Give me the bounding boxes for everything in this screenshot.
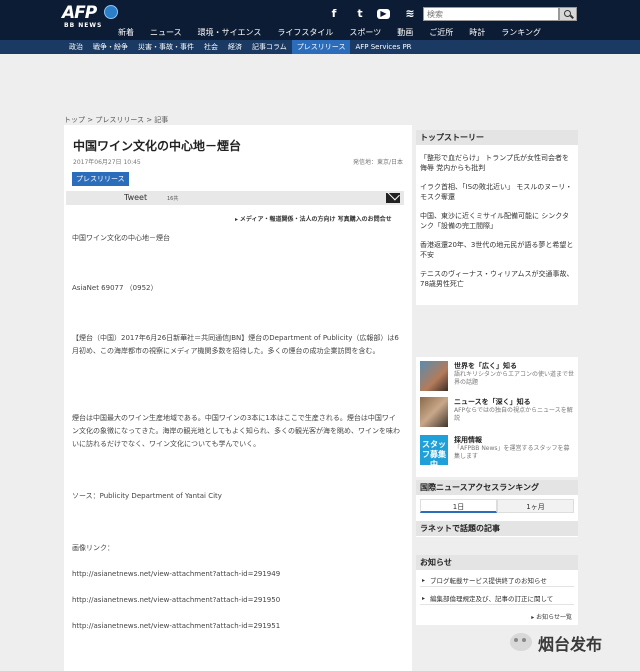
attachment-link[interactable]: http://asianetnews.net/view-attachment?a… <box>72 594 402 607</box>
promo-desc: 「AFPBB News」を運営するスタッフを募集します <box>454 445 570 460</box>
top-story-link[interactable]: テニスのヴィーナス・ウィリアムスが交通事故、78歳男性死亡 <box>420 269 574 289</box>
promo-desc: 語れキリシタンからエアコンの使い道まで世界の話題 <box>454 371 575 386</box>
nav-item[interactable]: ニュース <box>150 26 182 39</box>
social-ranking-box: ラネットで話題の記事 <box>416 521 578 537</box>
promo-item[interactable]: ニュースを「深く」知る AFPならではの独自の視点からニュースを解説 <box>420 397 574 431</box>
article-title: 中国ワイン文化の中心地－煙台 <box>73 139 242 153</box>
top-header-bar: AFP BB NEWS f t ▶ ≋ 新着 ニュース 環境・サイエンス ライフ… <box>0 0 640 40</box>
search-button[interactable] <box>559 7 577 21</box>
youtube-icon[interactable]: ▶ <box>377 9 390 19</box>
tab-1day[interactable]: 1日 <box>420 499 497 513</box>
media-inquiry-text: メディア・報道関係・法人の方向け 写真購入のお問合せ <box>239 216 392 223</box>
attachment-link[interactable]: http://asianetnews.net/view-attachment?a… <box>72 568 402 581</box>
notice-link[interactable]: ブログ転載サービス提供終了のお知らせ <box>420 576 574 587</box>
ranking-heading: 国際ニュースアクセスランキング <box>416 480 578 495</box>
nav-item[interactable]: スポーツ <box>349 26 381 39</box>
notice-heading: お知らせ <box>416 555 578 570</box>
promo-title: 採用情報 <box>454 436 482 444</box>
wechat-icon <box>510 633 532 651</box>
recruit-thumbnail: スタッフ募集中 <box>420 435 448 469</box>
article-date: 2017年06月27日 10:45 <box>73 159 141 166</box>
notice-box: お知らせ ブログ転載サービス提供終了のお知らせ 編集部倫理規定及び、記事の訂正に… <box>416 555 578 625</box>
share-count: 16共 <box>167 196 179 202</box>
site-logo[interactable]: AFP BB NEWS <box>62 3 120 31</box>
logo-text: AFP <box>62 3 97 23</box>
facebook-icon[interactable]: f <box>327 7 341 21</box>
sub-nav: 政治 戦争・紛争 災害・事故・事件 社会 経済 記事コラム プレスリリース AF… <box>0 40 640 54</box>
nav-item[interactable]: ライフスタイル <box>277 26 333 39</box>
promo-item[interactable]: スタッフ募集中 採用情報 「AFPBB News」を運営するスタッフを募集します <box>420 435 574 469</box>
top-story-link[interactable]: 「整形で血だらけ」 トランプ氏が女性司会者を侮辱 党内からも批判 <box>420 153 574 173</box>
twitter-icon[interactable]: t <box>353 7 367 21</box>
attachment-link[interactable]: http://asianetnews.net/view-attachment?a… <box>72 620 402 633</box>
top-stories-box: トップストーリー 「整形で血だらけ」 トランプ氏が女性司会者を侮辱 党内からも批… <box>416 130 578 305</box>
article-location: 発信地：東京/日本 <box>352 159 403 166</box>
nav-item[interactable]: 動画 <box>397 26 413 39</box>
paragraph: ソース：Publicity Department of Yantai City <box>72 492 222 500</box>
rss-icon[interactable]: ≋ <box>403 7 417 21</box>
subnav-item[interactable]: 経済 <box>223 40 247 54</box>
paragraph: 中国ワイン文化の中心地－煙台 <box>72 234 170 242</box>
paragraph: 画像リンク： <box>72 544 114 552</box>
globe-icon <box>104 5 118 19</box>
notice-link[interactable]: 編集部倫理規定及び、記事の訂正に関して <box>420 594 574 605</box>
ranking-tabs: 1日 1ヶ月 <box>420 499 574 513</box>
nav-item[interactable]: ランキング <box>501 26 541 39</box>
tab-1month[interactable]: 1ヶ月 <box>497 499 574 513</box>
subnav-item[interactable]: 記事コラム <box>247 40 292 54</box>
subnav-item[interactable]: AFP Services PR <box>350 40 416 54</box>
promo-desc: AFPならではの独自の視点からニュースを解説 <box>454 407 573 422</box>
subnav-item[interactable]: 災害・事故・事件 <box>133 40 199 54</box>
tweet-button[interactable]: Tweet <box>124 193 147 202</box>
subnav-item-active[interactable]: プレスリリース <box>291 40 351 54</box>
nav-item[interactable]: ご近所 <box>429 26 453 39</box>
nav-item[interactable]: 新着 <box>118 26 134 39</box>
top-story-link[interactable]: 香港返還20年、3世代の地元民が語る夢と希望と不安 <box>420 240 574 260</box>
mail-icon[interactable] <box>386 193 400 203</box>
search-input[interactable] <box>423 7 559 21</box>
notice-more-link[interactable]: ▸ お知らせ一覧 <box>531 612 572 621</box>
share-bar: Tweet 16共 <box>66 191 404 205</box>
promo-title: ニュースを「深く」知る <box>454 398 531 406</box>
category-badge[interactable]: プレスリリース <box>72 172 129 186</box>
logo-subtext: BB NEWS <box>64 22 103 29</box>
nav-item[interactable]: 環境・サイエンス <box>198 26 262 39</box>
article-panel: 中国ワイン文化の中心地－煙台 2017年06月27日 10:45 発信地：東京/… <box>64 125 412 671</box>
media-inquiry-link[interactable]: ▸ メディア・報道関係・法人の方向け 写真購入のお問合せ <box>235 214 392 223</box>
nav-item[interactable]: 時計 <box>469 26 485 39</box>
subnav-item[interactable]: 戦争・紛争 <box>88 40 133 54</box>
top-stories-heading: トップストーリー <box>416 130 578 145</box>
main-nav: 新着 ニュース 環境・サイエンス ライフスタイル スポーツ 動画 ご近所 時計 … <box>118 26 557 39</box>
promo-title: 世界を「広く」知る <box>454 362 517 370</box>
top-story-link[interactable]: イラク首相、「ISの敗北近い」 モスルのヌーリ・モスク奪還 <box>420 182 574 202</box>
breadcrumb[interactable]: トップ > プレスリリース > 記事 <box>64 115 168 125</box>
promo-item[interactable]: 世界を「広く」知る 語れキリシタンからエアコンの使い道まで世界の話題 <box>420 361 574 395</box>
top-story-link[interactable]: 中国、東沙に近くミサイル配備可能に シンクタンク「設備の完工間際」 <box>420 211 574 231</box>
promo-thumbnail <box>420 361 448 391</box>
paragraph: 煙台は中国最大のワイン生産地域である。中国ワインの3本に1本はここで生産される。… <box>72 414 400 448</box>
subnav-item[interactable]: 社会 <box>199 40 223 54</box>
watermark-text: 烟台发布 <box>538 635 603 654</box>
social-ranking-heading[interactable]: ラネットで話題の記事 <box>416 521 578 536</box>
paragraph: AsiaNet 69077 （0952） <box>72 284 158 292</box>
search-icon-handle <box>570 14 574 19</box>
promo-thumbnail <box>420 397 448 427</box>
notice-more-text: お知らせ一覧 <box>536 614 572 621</box>
paragraph: 【煙台（中国）2017年6月26日新華社＝共同通信JBN】煙台のDepartme… <box>72 334 399 355</box>
subnav-item[interactable]: 政治 <box>64 40 88 54</box>
promo-box: 世界を「広く」知る 語れキリシタンからエアコンの使い道まで世界の話題 ニュースを… <box>416 357 578 477</box>
